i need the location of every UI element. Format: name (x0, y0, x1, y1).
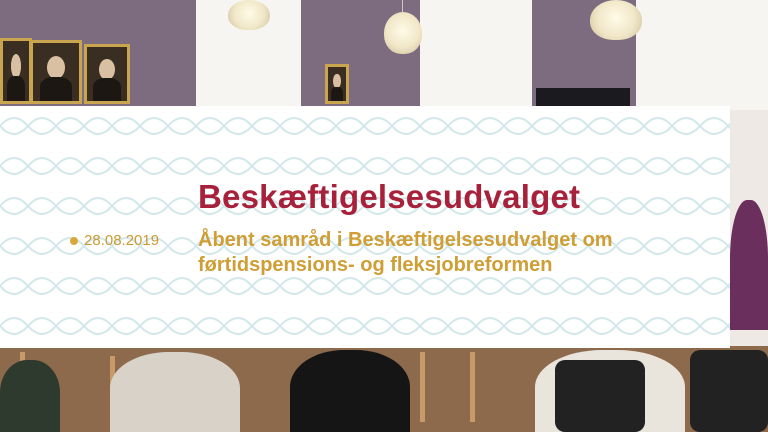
meeting-subtitle: Åbent samråd i Beskæftigelsesudvalget om… (198, 229, 613, 276)
portrait-painting (325, 64, 349, 104)
title-card-content: Beskæftigelsesudvalget 28.08.2019 Åbent … (0, 106, 730, 348)
audience-member (0, 360, 60, 432)
title-card: Beskæftigelsesudvalget 28.08.2019 Åbent … (0, 106, 730, 348)
pendant-lamp (384, 12, 422, 54)
bullet-dot (70, 236, 78, 245)
committee-title: Beskæftigelsesudvalget (198, 178, 581, 215)
wheelchair (690, 350, 768, 432)
portrait-painting (0, 38, 32, 104)
television (536, 88, 630, 108)
window-center (420, 0, 532, 110)
window-right (636, 0, 768, 110)
portrait-painting (30, 40, 82, 104)
audience-member (730, 200, 768, 330)
pendant-lamp (590, 0, 642, 40)
video-frame: Beskæftigelsesudvalget 28.08.2019 Åbent … (0, 0, 768, 432)
pendant-lamp (228, 0, 270, 30)
audience-member (290, 350, 410, 432)
date-row: 28.08.2019 (70, 232, 159, 249)
wheelchair (555, 360, 645, 432)
audience-member (110, 352, 240, 432)
meeting-date: 28.08.2019 (84, 232, 160, 249)
portrait-painting (84, 44, 130, 104)
